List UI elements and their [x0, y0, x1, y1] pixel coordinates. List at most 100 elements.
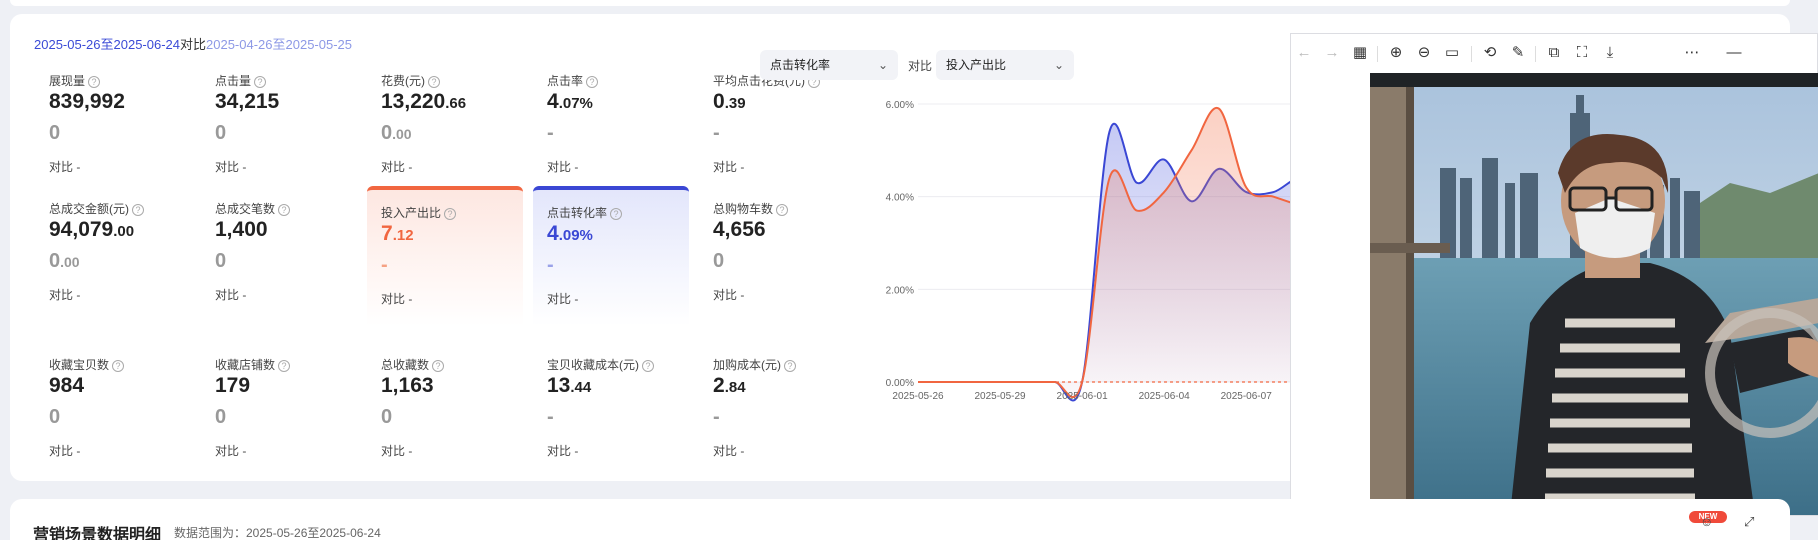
secondary-metric-select[interactable]: 投入产出比 ⌄	[936, 50, 1074, 80]
compare-int: 0	[215, 122, 227, 144]
help-icon[interactable]: ?	[586, 76, 599, 88]
metric-compare-value: -	[547, 406, 554, 429]
chat-icon[interactable]: ☺	[1700, 514, 1713, 529]
expand-icon[interactable]: ⤢	[1744, 514, 1754, 530]
metric-label: 收藏店铺数?	[215, 356, 291, 373]
edit-icon[interactable]: ✎	[1507, 42, 1529, 64]
metric-value-int: 839,992	[49, 90, 125, 113]
metric-card[interactable]: 总成交金额(元)? 94,079.00 0.00 对比 -	[35, 200, 191, 340]
metric-value-int: 13,220	[381, 90, 446, 113]
secondary-metric-value: 投入产出比	[946, 58, 1007, 72]
metric-label-text: 总购物车数	[713, 202, 774, 216]
compare-dec: .00	[392, 126, 412, 142]
metric-label-text: 花费(元)	[381, 74, 425, 88]
compare-int: 0	[49, 406, 61, 428]
metric-compare-label: 对比 -	[547, 160, 579, 174]
metric-card[interactable]: 宝贝收藏成本(元)? 13.44- 对比 -	[533, 356, 689, 496]
section-date-range: 数据范围为：2025-05-26至2025-06-24	[174, 526, 381, 540]
metric-value-dec: .44	[570, 379, 592, 396]
metric-card[interactable]: 总购物车数? 4,656 0 对比 -	[699, 200, 855, 340]
minimize-icon[interactable]: —	[1723, 42, 1745, 64]
copy-icon[interactable]: ⧉	[1543, 42, 1565, 64]
help-icon[interactable]: ?	[428, 76, 440, 88]
metric-value-int: 13	[547, 374, 571, 397]
scene-detail-card: 营销场景数据明细 数据范围为：2025-05-26至2025-06-24	[10, 499, 1790, 540]
help-icon[interactable]: ?	[432, 360, 445, 372]
metric-card[interactable]: 加购成本(元)? 2.84- 对比 -	[699, 356, 855, 496]
back-arrow-icon[interactable]: ←	[1293, 42, 1315, 64]
compare-int: -	[381, 254, 388, 276]
metric-value-int: 94,079	[49, 218, 114, 241]
help-icon[interactable]: ?	[278, 360, 291, 372]
help-icon[interactable]: ?	[278, 204, 291, 216]
help-icon[interactable]: ?	[776, 204, 789, 216]
metric-label-text: 投入产出比	[381, 206, 442, 220]
metric-card[interactable]: 总收藏数? 1,163 0 对比 -	[367, 356, 523, 496]
metric-value-dec: .07%	[558, 95, 593, 112]
compare-int: -	[547, 122, 554, 144]
metric-card[interactable]: 点击量? 34,215 0 对比 -	[201, 72, 357, 212]
compare-int: 0	[215, 250, 227, 272]
rotate-icon[interactable]: ⟲	[1479, 42, 1501, 64]
zoom-out-icon[interactable]: ⊖	[1413, 42, 1435, 64]
metric-label: 加购成本(元)?	[713, 356, 796, 373]
y-tick-label: 6.00%	[886, 100, 914, 111]
zoom-in-icon[interactable]: ⊕	[1385, 42, 1407, 64]
x-tick-label: 2025-05-26	[892, 391, 944, 402]
metric-card[interactable]: 收藏店铺数? 179 0 对比 -	[201, 356, 357, 496]
metric-label-text: 总收藏数	[381, 358, 430, 372]
x-tick-label: 2025-05-29	[974, 391, 1026, 402]
metric-value: 13.44	[547, 374, 591, 398]
metric-value: 179	[215, 374, 250, 398]
metric-value-dec: .09%	[558, 227, 593, 244]
metric-card[interactable]: 投入产出比? 7.12- 对比 -	[367, 186, 523, 326]
compare-int: -	[547, 254, 554, 276]
metric-compare-value: -	[381, 254, 388, 277]
metric-compare-label: 对比 -	[215, 288, 247, 302]
help-icon[interactable]: ?	[610, 208, 623, 220]
screenshot-icon[interactable]: ⛶	[1571, 42, 1593, 64]
image-viewer-window: ← → ▦ ⊕ ⊖ ▭ ⟲ ✎ ⧉ ⛶ ⤓ ⋯ —	[1290, 33, 1818, 516]
photo-person-on-ferry	[1370, 73, 1818, 515]
metric-value: 34,215	[215, 90, 279, 114]
metric-label: 收藏宝贝数?	[49, 356, 125, 373]
metric-card[interactable]: 平均点击花费(元)? 0.39- 对比 -	[699, 72, 855, 212]
help-icon[interactable]: ?	[254, 76, 267, 88]
help-icon[interactable]: ?	[112, 360, 125, 372]
current-date-range: 2025-05-26至2025-06-24	[34, 37, 180, 52]
help-icon[interactable]: ?	[132, 204, 144, 216]
forward-arrow-icon[interactable]: →	[1321, 42, 1343, 64]
metric-card[interactable]: 展现量? 839,992 0 对比 -	[35, 72, 191, 212]
more-icon[interactable]: ⋯	[1681, 42, 1703, 64]
metric-value: 839,992	[49, 90, 125, 114]
metric-card[interactable]: 总成交笔数? 1,400 0 对比 -	[201, 200, 357, 340]
compare-int: -	[547, 406, 554, 428]
metric-compare-label: 对比 -	[547, 292, 579, 306]
metric-compare-value: 0	[713, 250, 724, 273]
help-icon[interactable]: ?	[642, 360, 654, 372]
compare-separator: 对比	[180, 37, 207, 52]
metric-label-text: 加购成本(元)	[713, 358, 781, 372]
x-tick-label: 2025-06-01	[1057, 391, 1109, 402]
help-icon[interactable]: ?	[444, 208, 457, 220]
metric-compare-label: 对比 -	[713, 444, 745, 458]
metric-value-int: 1,163	[381, 374, 434, 397]
metric-value: 4.07%	[547, 90, 593, 114]
series-area	[918, 108, 1338, 398]
compare-int: 0	[381, 122, 393, 144]
metric-value-dec: .12	[392, 227, 414, 244]
primary-metric-select[interactable]: 点击转化率 ⌄	[760, 50, 898, 80]
metric-value-int: 34,215	[215, 90, 280, 113]
metric-card[interactable]: 点击转化率? 4.09% - 对比 -	[533, 186, 689, 326]
actual-size-icon[interactable]: ▭	[1441, 42, 1463, 64]
compare-int: -	[713, 406, 720, 428]
help-icon[interactable]: ?	[88, 76, 101, 88]
grid-view-icon[interactable]: ▦	[1349, 42, 1371, 64]
help-icon[interactable]: ?	[784, 360, 796, 372]
metric-label-text: 收藏宝贝数	[49, 358, 110, 372]
metric-label: 总成交笔数?	[215, 200, 291, 217]
download-icon[interactable]: ⤓	[1599, 42, 1621, 64]
metric-label: 花费(元)?	[381, 72, 440, 89]
metric-card[interactable]: 收藏宝贝数? 984 0 对比 -	[35, 356, 191, 496]
metric-compare-value: 0.00	[381, 122, 412, 145]
